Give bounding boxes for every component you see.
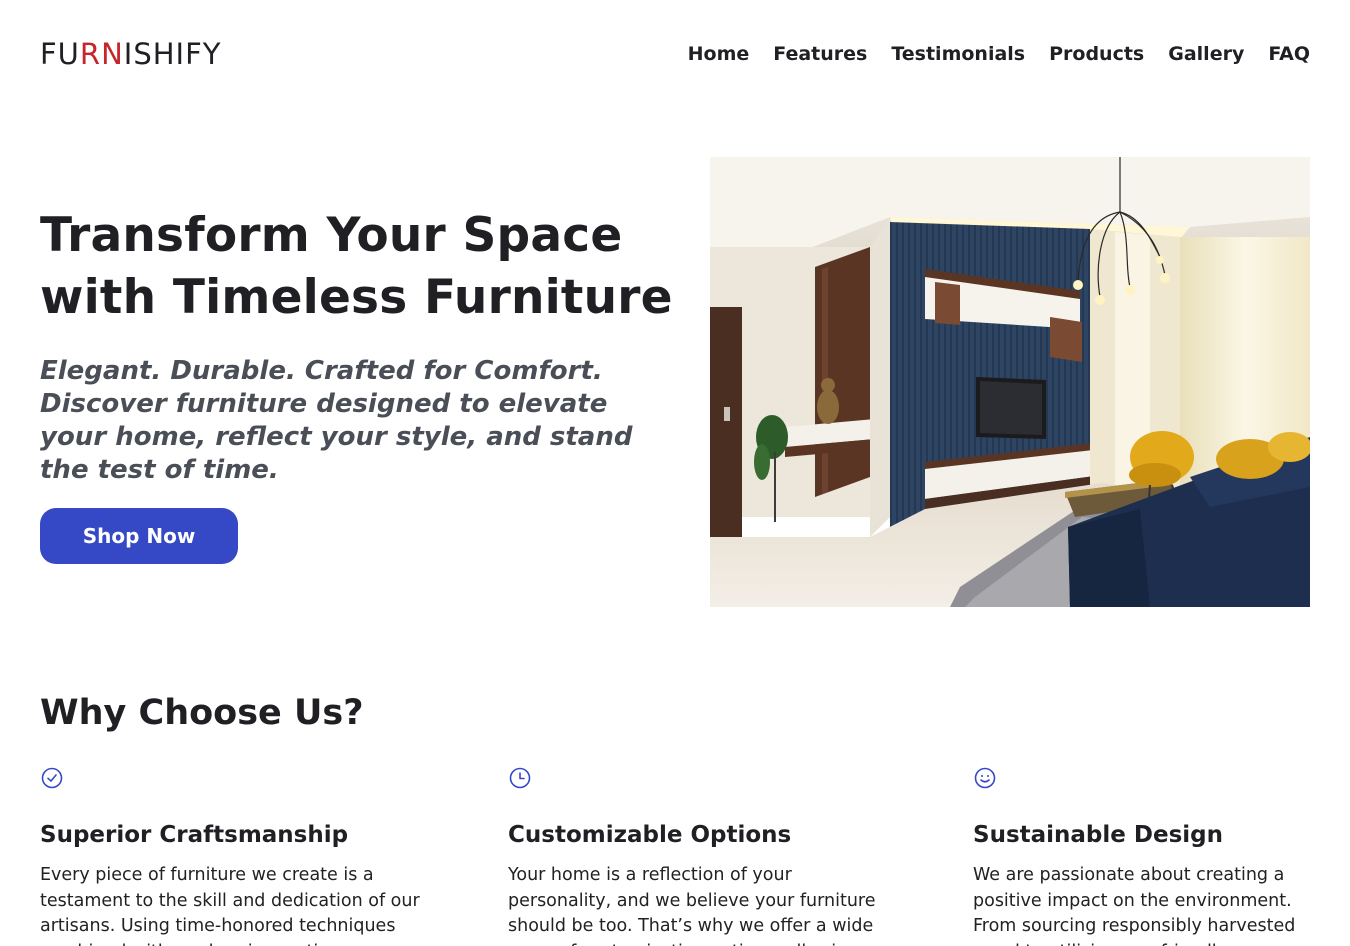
feature-title: Sustainable Design — [973, 822, 1223, 848]
nav-link-faq[interactable]: FAQ — [1268, 36, 1310, 72]
landing-page: FURNISHIFY Home Features Testimonials Pr… — [0, 0, 1350, 946]
why-choose-us-title: Why Choose Us? — [40, 693, 364, 733]
hero-title-line-1: Transform Your Space — [40, 208, 623, 263]
hero-living-room-image — [710, 157, 1310, 607]
logo[interactable]: FURNISHIFY — [40, 36, 221, 72]
nav-link-testimonials[interactable]: Testimonials — [891, 36, 1025, 72]
hero-title-line-2: with Timeless Furniture — [40, 270, 673, 325]
feature-description: We are passionate about creating a posit… — [973, 865, 1296, 946]
feature-title: Customizable Options — [508, 822, 792, 848]
feature-title: Superior Craftsmanship — [40, 822, 349, 848]
nav-link-products[interactable]: Products — [1049, 36, 1144, 72]
feature-card-sustainable: Sustainable Design We are passionate abo… — [973, 766, 1310, 946]
logo-text-accent: RN — [79, 37, 124, 71]
hero-section: Transform Your Space with Timeless Furni… — [40, 205, 690, 487]
site-header: FURNISHIFY Home Features Testimonials Pr… — [40, 36, 1310, 72]
hero-title: Transform Your Space with Timeless Furni… — [40, 205, 690, 329]
check-circle-icon — [41, 767, 63, 789]
nav-link-gallery[interactable]: Gallery — [1168, 36, 1244, 72]
hero-subtitle: Elegant. Durable. Crafted for Comfort. D… — [40, 356, 633, 485]
logo-text-end: ISHIFY — [123, 37, 222, 71]
main-nav: Home Features Testimonials Products Gall… — [688, 36, 1310, 72]
smiley-icon — [974, 767, 996, 789]
feature-card-customizable: Customizable Options Your home is a refl… — [508, 766, 893, 946]
nav-link-features[interactable]: Features — [773, 36, 867, 72]
clock-icon — [509, 767, 531, 789]
nav-link-home[interactable]: Home — [688, 36, 750, 72]
living-room-illustration — [710, 157, 1310, 607]
feature-description: Every piece of furniture we create is a … — [40, 865, 420, 946]
feature-description: Your home is a reflection of your person… — [508, 865, 876, 946]
shop-now-button[interactable]: Shop Now — [40, 508, 238, 564]
feature-card-craftsmanship: Superior Craftsmanship Every piece of fu… — [40, 766, 420, 946]
logo-text-start: FU — [40, 37, 80, 71]
